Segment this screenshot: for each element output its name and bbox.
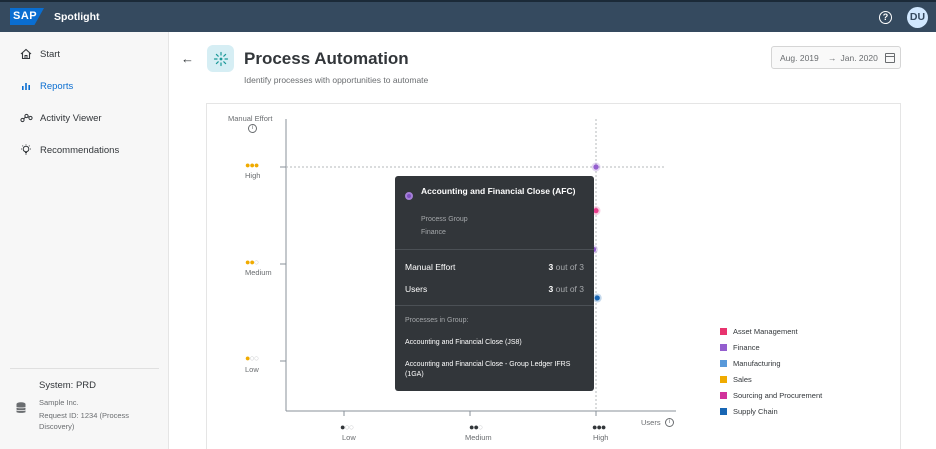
legend-item-asset-management[interactable]: Asset Management [720, 323, 822, 339]
sidebar-item-activity-viewer[interactable]: Activity Viewer [0, 104, 169, 132]
legend-label: Asset Management [733, 326, 798, 336]
legend-swatch [720, 343, 727, 351]
lightbulb-icon [18, 142, 34, 158]
data-point [593, 164, 599, 170]
sidebar-item-label: Recommendations [40, 144, 120, 156]
date-range-picker[interactable]: Aug. 2019 → Jan. 2020 [771, 46, 901, 69]
sidebar-divider [10, 368, 159, 369]
page-subtitle: Identify processes with opportunities to… [244, 75, 429, 85]
y-level-high-label: High [245, 171, 261, 180]
tooltip-group-value: Finance [421, 229, 446, 236]
tooltip-separator [395, 249, 594, 250]
legend-swatch [720, 375, 727, 383]
legend-label: Manufacturing [733, 358, 781, 368]
y-level-low-label: Low [245, 365, 259, 374]
legend-swatch [720, 327, 727, 335]
tooltip-process-item: Accounting and Financial Close - Group L… [405, 361, 571, 378]
help-icon[interactable]: ? [879, 11, 892, 24]
chart-legend: Asset Management Finance Manufacturing S… [720, 323, 822, 419]
home-icon [18, 46, 34, 62]
point-tooltip: Accounting and Financial Close (AFC) Pro… [395, 176, 594, 391]
sidebar-item-recommendations[interactable]: Recommendations [0, 136, 169, 164]
tooltip-process-item: Accounting and Financial Close (JS8) [405, 339, 522, 346]
legend-label: Supply Chain [733, 406, 778, 416]
y-axis-info-icon[interactable]: i [248, 124, 257, 133]
system-company: Sample Inc. [39, 398, 79, 407]
legend-swatch [720, 407, 727, 415]
calendar-icon[interactable] [885, 53, 895, 63]
system-request-id: Request ID: 1234 (Process Discovery) [39, 411, 130, 431]
tooltip-title: Accounting and Financial Close (AFC) [421, 186, 576, 196]
x-level-medium-label: Medium [465, 433, 492, 442]
y-level-high-dots: ●●● [245, 160, 259, 170]
x-level-high-dots: ●●● [592, 422, 606, 432]
legend-label: Sourcing and Procurement [733, 390, 823, 400]
date-arrow: → [828, 52, 837, 63]
database-icon [15, 401, 27, 415]
legend-item-manufacturing[interactable]: Manufacturing [720, 355, 822, 371]
sidebar-item-start[interactable]: Start [0, 40, 169, 68]
x-level-low-dots: ●○○ [340, 422, 354, 432]
tooltip-marker [405, 192, 413, 200]
tooltip-effort-value: 3 out of 3 [548, 262, 584, 272]
legend-item-supply-chain[interactable]: Supply Chain [720, 403, 822, 419]
activity-icon [18, 110, 34, 126]
user-avatar[interactable]: DU [907, 7, 928, 28]
sap-logo[interactable]: SAP [10, 8, 44, 25]
data-point [594, 295, 600, 301]
shell-bar: SAP Spotlight ? DU [0, 0, 936, 32]
x-axis-info-icon[interactable]: i [665, 418, 674, 427]
tooltip-processes-label: Processes in Group: [405, 317, 469, 324]
system-title: System: PRD [39, 380, 97, 391]
legend-label: Sales [733, 374, 752, 384]
y-level-medium-dots: ●●○ [245, 257, 259, 267]
tooltip-group-label: Process Group [421, 216, 468, 223]
tooltip-effort-label: Manual Effort [405, 262, 456, 272]
back-button[interactable]: ← [181, 51, 194, 66]
legend-item-finance[interactable]: Finance [720, 339, 822, 355]
sidebar-item-label: Start [40, 48, 61, 60]
bar-chart-icon [18, 78, 34, 94]
legend-item-sales[interactable]: Sales [720, 371, 822, 387]
sidebar-item-label: Reports [40, 80, 74, 92]
tooltip-separator [395, 305, 594, 306]
legend-item-sourcing-and-procurement[interactable]: Sourcing and Procurement [720, 387, 822, 403]
y-level-medium-label: Medium [245, 268, 272, 277]
legend-label: Finance [733, 342, 760, 352]
data-point [593, 208, 599, 214]
page-title: Process Automation [244, 49, 409, 68]
legend-swatch [720, 359, 727, 367]
y-axis-title: Manual Effort [228, 114, 273, 123]
app-name: Spotlight [54, 11, 100, 23]
x-axis-title: Users [641, 418, 661, 427]
tooltip-users-label: Users [405, 284, 428, 294]
legend-swatch [720, 391, 727, 399]
x-level-medium-dots: ●●○ [469, 422, 483, 432]
sidebar-item-reports[interactable]: Reports [0, 72, 169, 100]
y-level-low-dots: ●○○ [245, 353, 259, 363]
x-level-high-label: High [593, 433, 609, 442]
x-level-low-label: Low [342, 433, 356, 442]
tooltip-users-value: 3 out of 3 [548, 284, 584, 294]
sidebar: Start Reports Activity Viewer Recommenda… [0, 32, 169, 449]
date-to: Jan. 2020 [840, 52, 878, 63]
automation-icon [207, 45, 234, 72]
sidebar-item-label: Activity Viewer [40, 112, 102, 124]
date-from: Aug. 2019 [780, 52, 819, 63]
